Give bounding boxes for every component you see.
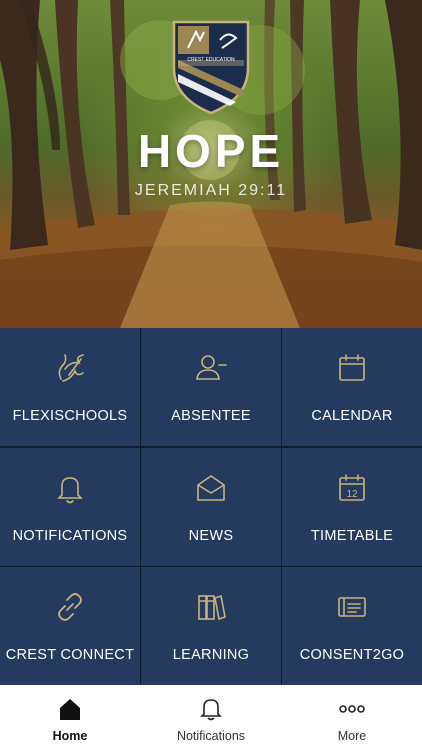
tile-label: TIMETABLE: [310, 527, 394, 544]
hero-banner: CREST EDUCATION HOPE JEREMIAH 29:11: [0, 0, 422, 328]
bell-icon: [52, 470, 88, 506]
tile-flexischools[interactable]: FLEXISCHOOLS: [0, 328, 140, 446]
bell-icon: [197, 695, 225, 723]
form-icon: [334, 589, 370, 625]
bottom-tab-bar: Home Notifications More: [0, 685, 422, 750]
tab-notifications[interactable]: Notifications: [140, 685, 282, 750]
tile-consent2go[interactable]: CONSENT2GO: [282, 567, 422, 685]
tile-label: NEWS: [188, 527, 234, 544]
tile-label: ABSENTEE: [171, 408, 251, 424]
tile-crest-connect[interactable]: CREST CONNECT: [0, 567, 140, 685]
tab-label: Home: [52, 729, 88, 743]
svg-text:12: 12: [346, 489, 358, 500]
tile-label: CALENDAR: [311, 408, 393, 424]
tab-home[interactable]: Home: [0, 685, 140, 750]
tile-news[interactable]: NEWS: [141, 447, 281, 566]
flexischools-icon: [52, 350, 88, 386]
tile-label: NOTIFICATIONS: [12, 527, 128, 544]
calendar-icon: [334, 350, 370, 386]
calendar-12-icon: 12: [334, 470, 370, 506]
person-minus-icon: [193, 350, 229, 386]
tab-more[interactable]: More: [282, 685, 422, 750]
svg-text:CREST EDUCATION: CREST EDUCATION: [187, 57, 235, 63]
tile-learning[interactable]: LEARNING: [141, 567, 281, 685]
tile-notifications[interactable]: NOTIFICATIONS: [0, 447, 140, 566]
tile-label: CREST CONNECT: [5, 647, 135, 663]
tile-label: FLEXISCHOOLS: [12, 408, 128, 424]
tile-timetable[interactable]: 12 TIMETABLE: [282, 447, 422, 566]
link-icon: [52, 589, 88, 625]
books-icon: [193, 589, 229, 625]
tab-label: Notifications: [176, 729, 246, 743]
tile-calendar[interactable]: CALENDAR: [282, 328, 422, 446]
menu-grid: FLEXISCHOOLS ABSENTEE CALENDAR NOTIFICAT…: [0, 328, 422, 685]
envelope-open-icon: [193, 470, 229, 506]
tile-absentee[interactable]: ABSENTEE: [141, 328, 281, 446]
tile-label: CONSENT2GO: [299, 647, 405, 663]
hero-subtitle: JEREMIAH 29:11: [134, 182, 288, 199]
crest-education-logo: CREST EDUCATION: [172, 20, 250, 115]
tab-label: More: [337, 729, 367, 743]
more-dots-icon: [338, 695, 366, 723]
tile-label: LEARNING: [172, 647, 250, 663]
home-icon: [56, 695, 84, 723]
hero-title: HOPE: [137, 125, 285, 177]
